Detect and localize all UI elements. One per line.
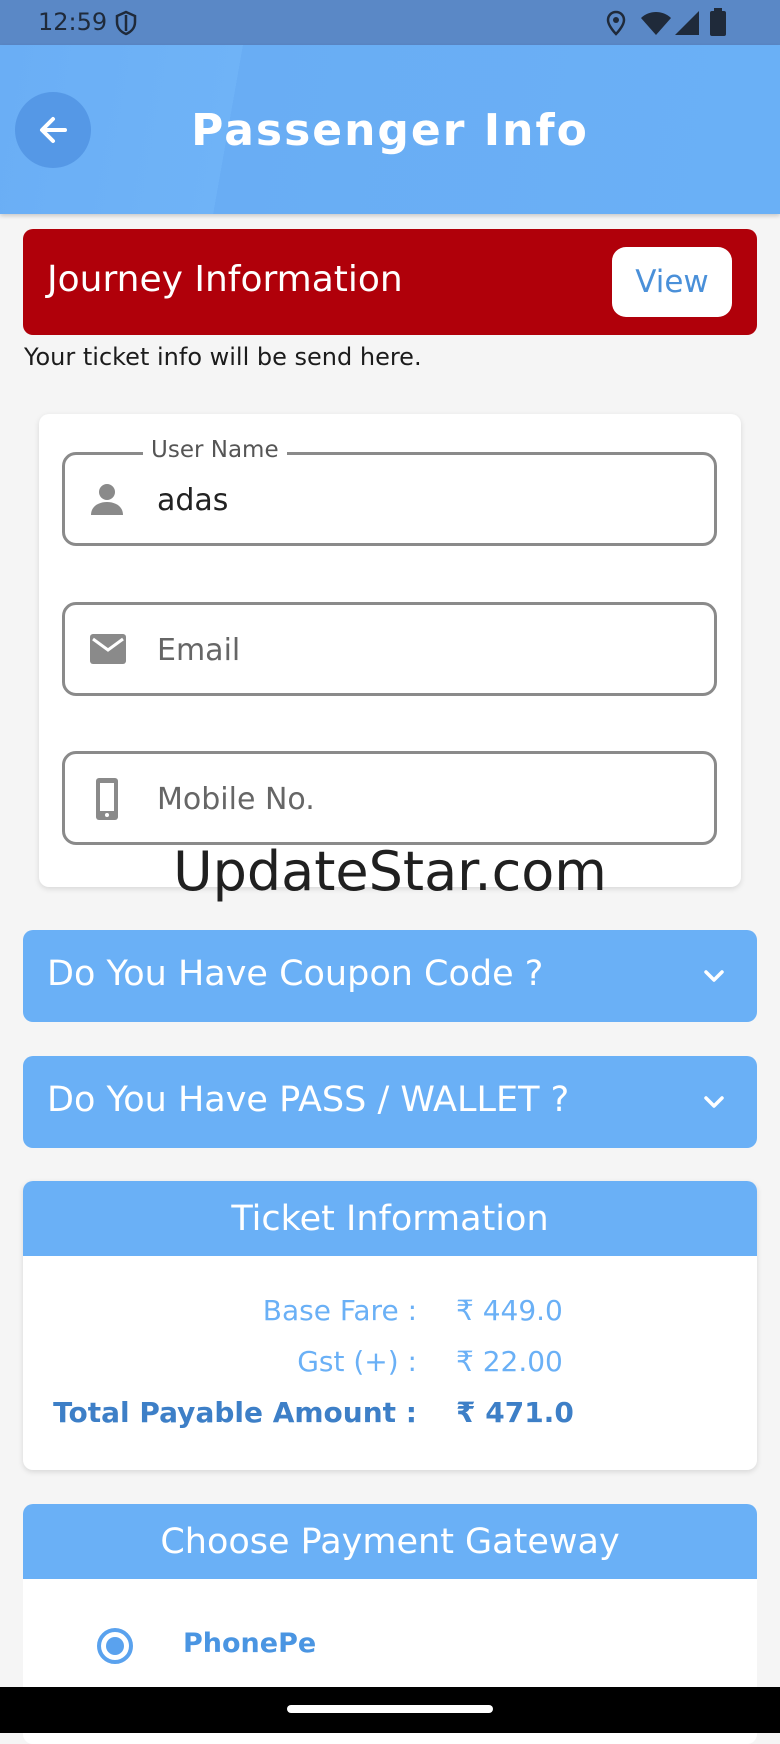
chevron-down-icon bbox=[704, 1096, 724, 1108]
fare-value: ₹ 449.0 bbox=[456, 1294, 563, 1327]
shield-icon bbox=[115, 10, 137, 36]
signal-icon bbox=[675, 11, 699, 35]
username-field[interactable]: User Name bbox=[62, 437, 717, 546]
fare-value: ₹ 22.00 bbox=[456, 1345, 563, 1378]
fare-label: Base Fare : bbox=[262, 1294, 417, 1327]
fare-row-gst: Gst (+) : ₹ 22.00 bbox=[23, 1345, 757, 1385]
mail-icon bbox=[90, 634, 126, 664]
coupon-accordion[interactable]: Do You Have Coupon Code ? bbox=[23, 930, 757, 1022]
mobile-field[interactable] bbox=[62, 751, 717, 845]
journey-note: Your ticket info will be send here. bbox=[24, 343, 422, 371]
ticket-info-card: Ticket Information Base Fare : ₹ 449.0 G… bbox=[23, 1181, 757, 1470]
mobile-input[interactable] bbox=[155, 772, 689, 826]
watermark-text: UpdateStar.com bbox=[173, 840, 607, 903]
view-button[interactable]: View bbox=[612, 247, 732, 317]
location-icon bbox=[606, 10, 626, 36]
username-label: User Name bbox=[143, 437, 287, 463]
journey-label: Journey Information bbox=[47, 259, 403, 300]
chevron-down-icon bbox=[704, 970, 724, 982]
journey-banner: Journey Information View bbox=[23, 229, 757, 335]
fare-value: ₹ 471.0 bbox=[456, 1396, 574, 1429]
payment-gateway-title: Choose Payment Gateway bbox=[23, 1504, 757, 1579]
username-input[interactable] bbox=[155, 473, 689, 527]
home-indicator[interactable] bbox=[287, 1705, 493, 1713]
pass-wallet-accordion[interactable]: Do You Have PASS / WALLET ? bbox=[23, 1056, 757, 1148]
person-icon bbox=[91, 484, 123, 515]
phonepe-radio[interactable] bbox=[97, 1628, 133, 1664]
ticket-info-title: Ticket Information bbox=[23, 1181, 757, 1256]
fare-label: Gst (+) : bbox=[297, 1345, 417, 1378]
page-title: Passenger Info bbox=[191, 105, 589, 156]
wifi-icon bbox=[641, 12, 671, 35]
status-time: 12:59 bbox=[38, 8, 108, 36]
fare-row-base: Base Fare : ₹ 449.0 bbox=[23, 1294, 757, 1334]
coupon-label: Do You Have Coupon Code ? bbox=[47, 954, 544, 994]
email-field[interactable] bbox=[62, 602, 717, 696]
email-input[interactable] bbox=[155, 623, 689, 677]
system-nav-bar bbox=[0, 1687, 780, 1733]
pass-wallet-label: Do You Have PASS / WALLET ? bbox=[47, 1080, 570, 1120]
phonepe-label[interactable]: PhonePe bbox=[183, 1628, 316, 1659]
battery-icon bbox=[710, 8, 726, 36]
fare-label: Total Payable Amount : bbox=[53, 1396, 417, 1429]
fare-row-total: Total Payable Amount : ₹ 471.0 bbox=[23, 1396, 757, 1436]
phone-icon bbox=[96, 778, 118, 820]
status-bar: 12:59 bbox=[0, 0, 780, 45]
app-bar: Passenger Info bbox=[0, 45, 780, 214]
